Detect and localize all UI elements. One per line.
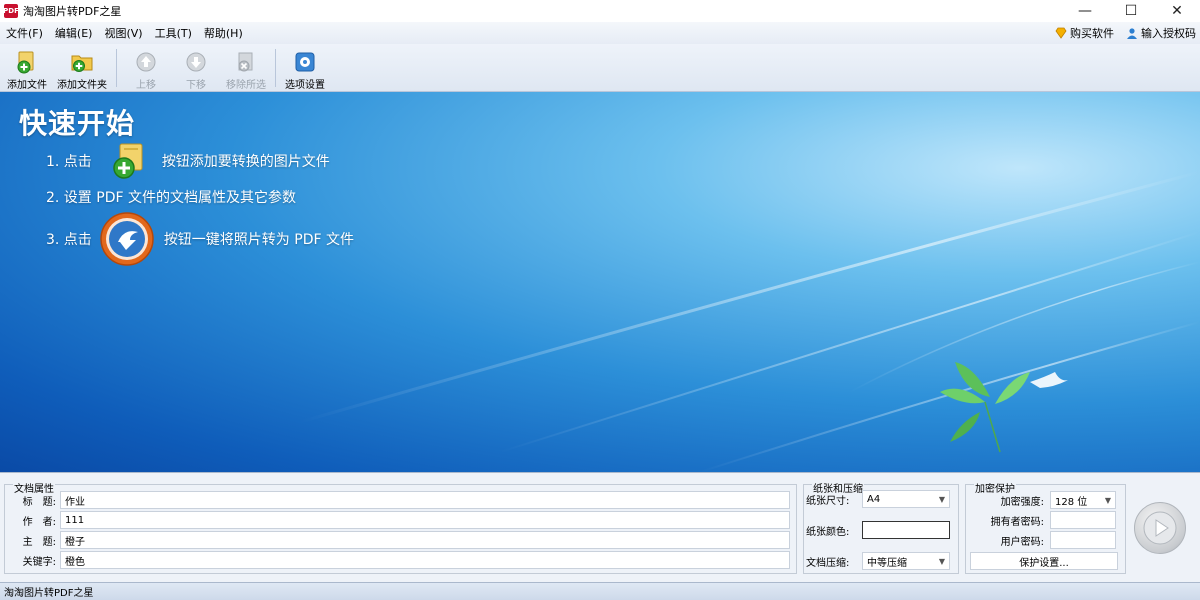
strength-label: 加密强度: [1000, 496, 1044, 508]
title-field[interactable]: 作业 [60, 491, 790, 509]
menu-bar: 文件(F) 编辑(E) 视图(V) 工具(T) 帮助(H) 购买软件 输入授权码 [0, 22, 1200, 44]
subject-row: 主 题: 橙子 [10, 531, 790, 549]
strength-select[interactable]: 128 位 ▼ [1050, 491, 1116, 509]
enter-license-link[interactable]: 输入授权码 [1126, 25, 1196, 41]
window-title: 淘淘图片转PDF之星 [23, 5, 122, 18]
author-field[interactable]: 111 [60, 511, 790, 529]
status-bar: 淘淘图片转PDF之星 [0, 582, 1200, 600]
step-1: 1. 点击 按钮添加要转换的图片文件 [46, 142, 330, 180]
menu-edit[interactable]: 编辑(E) [49, 25, 99, 41]
buy-software-label: 购买软件 [1070, 27, 1114, 40]
step-3: 3. 点击 按钮一键将照片转为 PDF 文件 [46, 212, 354, 266]
add-file-button[interactable]: 添加文件 [7, 50, 47, 91]
add-folder-label: 添加文件夹 [57, 80, 107, 91]
move-up-label: 上移 [136, 80, 156, 91]
menu-file[interactable]: 文件(F) [0, 25, 49, 41]
move-down-button[interactable]: 下移 [176, 50, 216, 91]
strength-row: 加密强度: 128 位 ▼ [968, 491, 1116, 509]
title-label: 标 题: [22, 496, 56, 508]
options-icon [295, 52, 315, 72]
minimize-button[interactable]: — [1062, 0, 1108, 22]
diamond-icon [1055, 27, 1067, 39]
remove-icon [238, 52, 253, 72]
menu-tools[interactable]: 工具(T) [149, 25, 198, 41]
convert-icon [100, 212, 154, 266]
owner-password-row: 拥有者密码: [968, 511, 1116, 529]
step-2: 2. 设置 PDF 文件的文档属性及其它参数 [46, 190, 296, 206]
keywords-field[interactable]: 橙色 [60, 551, 790, 569]
remove-selected-label: 移除所选 [226, 80, 266, 91]
subject-label: 主 题: [22, 536, 56, 548]
add-file-icon [17, 51, 34, 74]
author-row: 作 者: 111 [10, 511, 790, 529]
chevron-down-icon: ▼ [1104, 495, 1111, 505]
close-button[interactable]: ✕ [1154, 0, 1200, 22]
options-label: 选项设置 [285, 80, 325, 91]
paper-size-row: 纸张尺寸: A4 ▼ [806, 490, 950, 508]
step-1-prefix: 1. 点击 [46, 154, 92, 170]
toolbar: 添加文件 添加文件夹 上移 下移 移除所选 选项设置 [0, 44, 1200, 92]
user-password-field[interactable] [1050, 531, 1116, 549]
subject-field[interactable]: 橙子 [60, 531, 790, 549]
compression-row: 文档压缩: 中等压缩 ▼ [806, 552, 950, 570]
move-up-icon [136, 52, 156, 72]
toolbar-separator [275, 49, 276, 87]
owner-password-field[interactable] [1050, 511, 1116, 529]
paper-color-swatch[interactable] [862, 521, 950, 539]
add-file-icon [113, 143, 143, 179]
paper-color-row: 纸张颜色: [806, 521, 950, 539]
add-folder-button[interactable]: 添加文件夹 [57, 50, 107, 91]
move-up-button[interactable]: 上移 [126, 50, 166, 91]
convert-button[interactable] [1134, 502, 1186, 554]
compression-label: 文档压缩: [806, 557, 850, 569]
paper-size-label: 纸张尺寸: [806, 495, 850, 507]
user-icon [1127, 28, 1137, 39]
user-password-label: 用户密码: [1000, 536, 1044, 548]
move-down-icon [186, 52, 206, 72]
add-folder-icon [71, 55, 93, 72]
chevron-down-icon: ▼ [938, 556, 945, 566]
owner-password-label: 拥有者密码: [990, 516, 1044, 528]
paper-size-value: A4 [867, 493, 881, 505]
keywords-label: 关键字: [22, 556, 56, 568]
paper-color-label: 纸张颜色: [806, 526, 850, 538]
title-bar: PDF 淘淘图片转PDF之星 — ☐ ✕ [0, 0, 1200, 22]
maximize-button[interactable]: ☐ [1108, 0, 1154, 22]
app-icon: PDF [3, 4, 19, 18]
enter-license-label: 输入授权码 [1141, 27, 1196, 40]
step-1-suffix: 按钮添加要转换的图片文件 [161, 154, 330, 170]
buy-software-link[interactable]: 购买软件 [1055, 25, 1114, 41]
compression-select[interactable]: 中等压缩 ▼ [862, 552, 950, 570]
toolbar-separator [116, 49, 117, 87]
move-down-label: 下移 [186, 80, 206, 91]
menu-help[interactable]: 帮助(H) [198, 25, 249, 41]
title-row: 标 题: 作业 [10, 491, 790, 509]
paper-size-select[interactable]: A4 ▼ [862, 490, 950, 508]
menu-view[interactable]: 视图(V) [98, 25, 148, 41]
bird-decoration [1030, 372, 1068, 388]
options-button[interactable]: 选项设置 [285, 50, 325, 91]
add-file-label: 添加文件 [7, 80, 47, 91]
protection-settings-button[interactable]: 保护设置... [970, 552, 1118, 570]
keywords-row: 关键字: 橙色 [10, 551, 790, 569]
quick-start-title: 快速开始 [19, 107, 136, 140]
step-3-suffix: 按钮一键将照片转为 PDF 文件 [163, 232, 354, 248]
quick-start-banner: 快速开始 1. 点击 按钮添加要转换的图片文件 2. 设置 PDF 文件的文档属… [0, 92, 1200, 472]
user-password-row: 用户密码: [968, 531, 1116, 549]
remove-selected-button[interactable]: 移除所选 [226, 50, 266, 91]
compression-value: 中等压缩 [867, 557, 907, 569]
step-3-prefix: 3. 点击 [46, 232, 92, 248]
chevron-down-icon: ▼ [938, 494, 945, 504]
play-icon [1143, 511, 1177, 545]
strength-value: 128 位 [1055, 496, 1088, 508]
author-label: 作 者: [22, 516, 56, 528]
